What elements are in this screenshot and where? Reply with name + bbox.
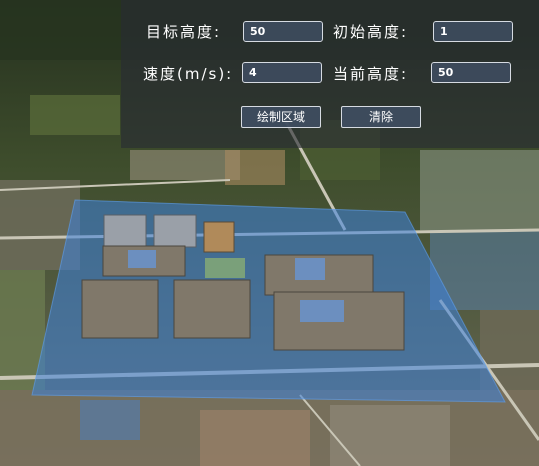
- current-height-input[interactable]: [431, 62, 511, 83]
- initial-height-label: 初始高度:: [333, 23, 409, 41]
- speed-input[interactable]: [242, 62, 322, 83]
- initial-height-input[interactable]: [433, 21, 513, 42]
- current-height-label: 当前高度:: [333, 65, 409, 83]
- clear-button[interactable]: 清除: [341, 106, 421, 128]
- target-height-input[interactable]: [243, 21, 323, 42]
- target-height-label: 目标高度:: [146, 23, 222, 41]
- speed-label: 速度(m/s):: [143, 65, 234, 83]
- draw-area-button[interactable]: 绘制区域: [241, 106, 321, 128]
